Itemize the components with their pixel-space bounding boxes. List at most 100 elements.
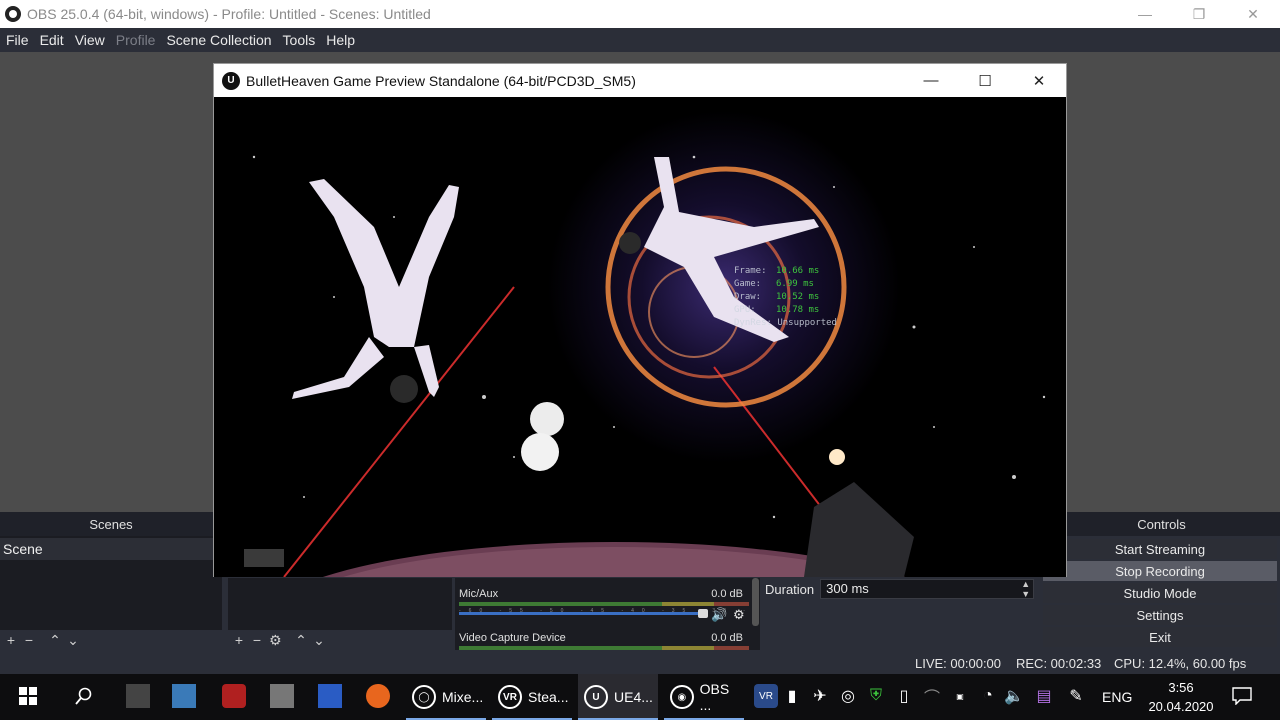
controls-dock-header: Controls xyxy=(1043,512,1280,536)
obs-status-bar: LIVE: 00:00:00 REC: 00:02:33 CPU: 12.4%,… xyxy=(0,652,1280,674)
transition-duration-row: Duration 300 ms ▲ ▼ xyxy=(765,578,1037,600)
taskbar-app-obs[interactable]: ◉ OBS ... xyxy=(664,674,744,720)
language-indicator[interactable]: ENG xyxy=(1102,674,1132,720)
sources-toolbar: + − ⚙ ⌃ ⌄ xyxy=(228,630,452,650)
stat-key: Frame: xyxy=(734,266,767,276)
windows-start-icon[interactable] xyxy=(16,684,40,708)
move-scene-down-button[interactable]: ⌄ xyxy=(67,632,79,649)
game-app-icon[interactable] xyxy=(222,684,246,708)
orb-small xyxy=(829,449,845,465)
obs-taskbar-icon: ◉ xyxy=(670,685,694,709)
obs-close-button[interactable]: ✕ xyxy=(1226,0,1280,28)
taskbar-app-ue4[interactable]: U UE4... xyxy=(578,674,658,720)
volume-slider[interactable] xyxy=(459,612,704,615)
menu-edit[interactable]: Edit xyxy=(40,32,64,48)
sources-list[interactable] xyxy=(228,578,452,630)
mixer-scrollbar[interactable] xyxy=(752,578,759,626)
remove-source-button[interactable]: − xyxy=(251,632,263,648)
game-title-bar[interactable]: U BulletHeaven Game Preview Standalone (… xyxy=(214,64,1066,97)
menu-profile: Profile xyxy=(115,32,156,48)
figure-left-head xyxy=(390,375,418,403)
obs-menu-bar: File Edit View Profile Scene Collection … xyxy=(0,28,1280,52)
vr-tray-icon[interactable]: VR xyxy=(754,684,778,708)
duration-value: 300 ms xyxy=(826,581,869,596)
rec-status: REC: 00:02:33 xyxy=(1016,656,1102,671)
orb-lower xyxy=(521,433,559,471)
taskbar-app-label: Stea... xyxy=(528,689,569,705)
unreal-logo-icon: U xyxy=(222,71,240,90)
shield-tray-icon[interactable]: ⛨ xyxy=(864,684,888,708)
game-maximize-button[interactable]: ☐ xyxy=(958,64,1012,97)
windows-taskbar: ◯ Mixe... VR Stea... U UE4... ◉ OBS ... … xyxy=(0,674,1280,720)
game-preview-window[interactable]: U BulletHeaven Game Preview Standalone (… xyxy=(213,63,1067,577)
obs-window-title: OBS 25.0.4 (64-bit, windows) - Profile: … xyxy=(27,6,431,22)
left-controller xyxy=(244,549,284,567)
game-close-button[interactable]: ✕ xyxy=(1012,64,1066,97)
stop-recording-button[interactable]: Stop Recording xyxy=(1043,561,1277,581)
display-tray-icon[interactable]: ▤ xyxy=(1032,684,1056,708)
taskbar-app-steamvr[interactable]: VR Stea... xyxy=(492,674,572,720)
menu-scene-collection[interactable]: Scene Collection xyxy=(166,32,271,48)
volume-meter xyxy=(459,602,749,606)
obs-title-bar: OBS 25.0.4 (64-bit, windows) - Profile: … xyxy=(0,0,1280,28)
firefox-icon[interactable] xyxy=(366,684,390,708)
menu-view[interactable]: View xyxy=(75,32,105,48)
mixer-channel-name: Mic/Aux xyxy=(459,588,499,600)
figure-right-head xyxy=(619,232,641,254)
usb-tray-icon[interactable]: ▯ xyxy=(892,684,916,708)
game-minimize-button[interactable]: — xyxy=(904,64,958,97)
scenes-dock-header: Scenes xyxy=(0,512,222,536)
taskbar-app-mixer[interactable]: ◯ Mixe... xyxy=(406,674,486,720)
mixer-channel-db: 0.0 dB xyxy=(711,632,743,644)
add-scene-button[interactable]: + xyxy=(5,632,17,648)
add-source-button[interactable]: + xyxy=(233,632,245,648)
menu-tools[interactable]: Tools xyxy=(283,32,316,48)
notifications-icon[interactable] xyxy=(1230,684,1254,708)
headset-tray-icon[interactable]: ⌒ xyxy=(920,684,944,708)
gear-icon[interactable]: ⚙ xyxy=(733,607,745,623)
exit-button[interactable]: Exit xyxy=(1043,627,1277,647)
search-icon[interactable] xyxy=(72,684,96,708)
mixer-channel-name: Video Capture Device xyxy=(459,632,566,644)
wifi-icon[interactable]: ◔ xyxy=(976,684,1000,708)
obs-restore-button[interactable]: ❐ xyxy=(1172,0,1226,28)
game-viewport[interactable]: Frame: 10.66 ms Game: 6.99 ms Draw: 10.52 m… xyxy=(214,97,1066,577)
start-streaming-button[interactable]: Start Streaming xyxy=(1043,539,1277,559)
volume-slider-handle[interactable] xyxy=(698,609,708,618)
stat-footer: DynRes: Unsupported xyxy=(734,318,837,328)
move-source-up-button[interactable]: ⌃ xyxy=(295,632,307,649)
media-tray-icon[interactable]: ◎ xyxy=(836,684,860,708)
remove-scene-button[interactable]: − xyxy=(23,632,35,648)
studio-mode-button[interactable]: Studio Mode xyxy=(1043,583,1277,603)
duration-spin-icon[interactable]: ▲ ▼ xyxy=(1021,579,1030,599)
duration-input[interactable]: 300 ms ▲ ▼ xyxy=(820,579,1035,599)
clock-date: 20.04.2020 xyxy=(1148,699,1214,714)
airplane-tray-icon[interactable]: ✈ xyxy=(808,684,832,708)
obs-minimize-button[interactable]: — xyxy=(1118,0,1172,28)
stat-value: 10.52 ms xyxy=(776,292,820,302)
taskbar-app-label: UE4... xyxy=(614,689,653,705)
volume-tray-icon[interactable]: 🔈 xyxy=(1002,684,1026,708)
pen-tray-icon[interactable]: ✎ xyxy=(1064,684,1088,708)
move-scene-up-button[interactable]: ⌃ xyxy=(49,632,61,649)
epic-tray-icon[interactable]: ▣ xyxy=(948,684,972,708)
source-properties-icon[interactable]: ⚙ xyxy=(269,632,282,649)
phone-tray-icon[interactable]: ▮ xyxy=(780,684,804,708)
taskbar-clock[interactable]: 3:56 20.04.2020 xyxy=(1140,678,1222,716)
drive-icon[interactable] xyxy=(270,684,294,708)
orb-upper xyxy=(530,402,564,436)
stat-key: Game: xyxy=(734,279,762,289)
taskbar-app-label: Mixe... xyxy=(442,689,484,705)
save-app-icon[interactable] xyxy=(318,684,342,708)
menu-help[interactable]: Help xyxy=(326,32,355,48)
scenes-toolbar: + − ⌃ ⌄ xyxy=(0,630,222,650)
calculator-icon[interactable] xyxy=(126,684,150,708)
floating-figure-left xyxy=(292,179,459,399)
move-source-down-button[interactable]: ⌄ xyxy=(313,632,325,649)
settings-button[interactable]: Settings xyxy=(1043,605,1277,625)
speaker-icon[interactable]: 🔊 xyxy=(711,607,727,623)
stat-key: GPU: xyxy=(734,305,756,315)
monitor-app-icon[interactable] xyxy=(172,684,196,708)
scene-list-item[interactable]: Scene xyxy=(0,538,222,560)
menu-file[interactable]: File xyxy=(6,32,29,48)
